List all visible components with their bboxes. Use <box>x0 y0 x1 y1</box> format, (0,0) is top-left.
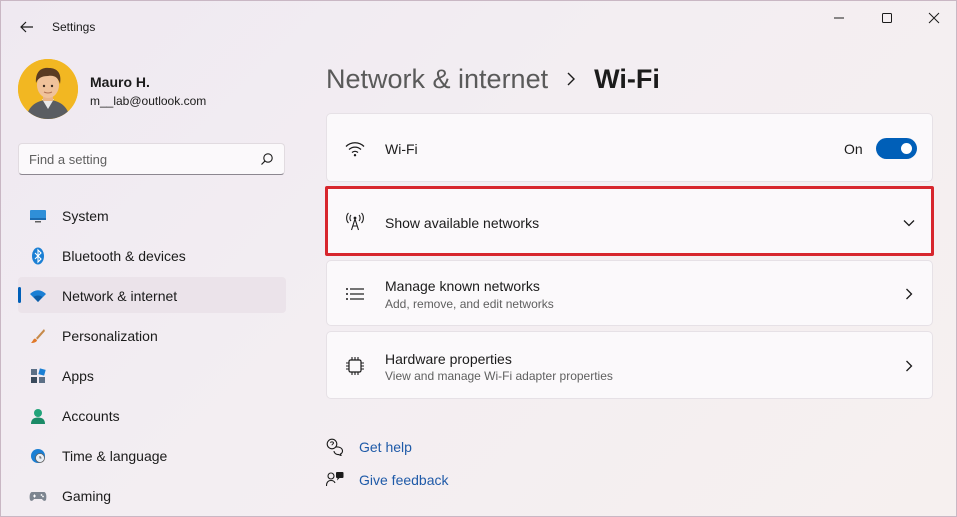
chevron-right-icon[interactable] <box>902 287 916 301</box>
wifi-toggle-state: On <box>844 141 863 157</box>
get-help-link[interactable]: Get help <box>359 439 412 455</box>
show-available-networks-card[interactable]: Show available networks <box>325 186 934 256</box>
wifi-toggle-card: Wi-Fi On <box>326 113 933 182</box>
sidebar-item-system[interactable]: System <box>18 197 286 233</box>
title-bar: Settings <box>1 1 957 51</box>
close-button[interactable] <box>914 7 954 29</box>
brush-icon <box>29 327 47 345</box>
search-icon[interactable] <box>260 152 274 166</box>
search-box[interactable] <box>18 143 285 175</box>
minimize-button[interactable] <box>819 7 859 29</box>
list-icon <box>344 283 366 305</box>
chip-icon <box>344 355 366 377</box>
close-icon <box>928 12 940 24</box>
sidebar-item-gaming[interactable]: Gaming <box>18 477 286 513</box>
wifi-toggle-switch[interactable] <box>876 138 917 159</box>
antenna-icon <box>344 210 366 232</box>
bluetooth-icon <box>29 247 47 265</box>
feedback-icon <box>326 471 344 489</box>
globe-clock-icon <box>29 447 47 465</box>
avatar[interactable] <box>18 59 78 119</box>
sidebar-item-label: Network & internet <box>62 288 178 304</box>
minimize-icon <box>834 17 844 19</box>
get-help-row: Get help <box>326 437 412 457</box>
manage-known-networks-card[interactable]: Manage known networks Add, remove, and e… <box>326 260 933 326</box>
back-button[interactable] <box>15 15 39 39</box>
toggle-knob <box>901 143 912 154</box>
sidebar-item-label: System <box>62 208 109 224</box>
help-chat-icon <box>326 438 344 456</box>
maximize-button[interactable] <box>867 7 907 29</box>
breadcrumb-parent-link[interactable]: Network & internet <box>326 64 548 95</box>
sidebar-item-personalization[interactable]: Personalization <box>18 317 286 353</box>
breadcrumb: Network & internet Wi-Fi <box>326 59 660 99</box>
sidebar-item-label: Time & language <box>62 448 168 464</box>
user-avatar-icon <box>18 59 78 119</box>
hardware-properties-card[interactable]: Hardware properties View and manage Wi-F… <box>326 331 933 399</box>
sidebar-item-label: Bluetooth & devices <box>62 248 186 264</box>
sidebar-nav: System Bluetooth & devices Network & int… <box>18 197 286 517</box>
sidebar-item-label: Gaming <box>62 488 112 504</box>
sidebar-item-label: Personalization <box>62 328 158 344</box>
search-input[interactable] <box>29 150 254 168</box>
back-arrow-icon <box>20 21 33 33</box>
known-networks-subtitle: Add, remove, and edit networks <box>385 297 554 311</box>
settings-window: Settings Mauro H. m__lab@outlook.com Fin… <box>0 0 957 517</box>
hardware-subtitle: View and manage Wi-Fi adapter properties <box>385 369 613 383</box>
gamepad-icon <box>29 487 47 505</box>
user-email: m__lab@outlook.com <box>90 94 207 108</box>
page-title: Wi-Fi <box>594 63 660 94</box>
hardware-title: Hardware properties <box>385 351 512 367</box>
give-feedback-row: Give feedback <box>326 470 449 490</box>
give-feedback-link[interactable]: Give feedback <box>359 472 449 488</box>
sidebar-item-apps[interactable]: Apps <box>18 357 286 393</box>
show-networks-title: Show available networks <box>385 215 540 231</box>
sidebar-item-bluetooth[interactable]: Bluetooth & devices <box>18 237 286 273</box>
selection-indicator <box>18 287 21 303</box>
known-networks-title: Manage known networks <box>385 278 540 294</box>
sidebar-item-network[interactable]: Network & internet <box>18 277 286 313</box>
sidebar-item-time-language[interactable]: Time & language <box>18 437 286 473</box>
sidebar-item-label: Apps <box>62 368 94 384</box>
sidebar-item-accounts[interactable]: Accounts <box>18 397 286 433</box>
accounts-icon <box>29 407 47 425</box>
chevron-down-icon[interactable] <box>902 216 916 230</box>
chevron-right-icon[interactable] <box>902 359 916 373</box>
apps-icon <box>29 367 47 385</box>
wifi-network-icon <box>29 287 47 305</box>
sidebar-item-label: Accounts <box>62 408 120 424</box>
system-icon <box>29 207 47 225</box>
user-name: Mauro H. <box>90 74 150 90</box>
wifi-title: Wi-Fi <box>385 141 418 157</box>
chevron-right-icon <box>566 71 578 87</box>
app-title: Settings <box>52 20 96 34</box>
wifi-icon <box>344 138 366 160</box>
maximize-icon <box>882 13 892 23</box>
